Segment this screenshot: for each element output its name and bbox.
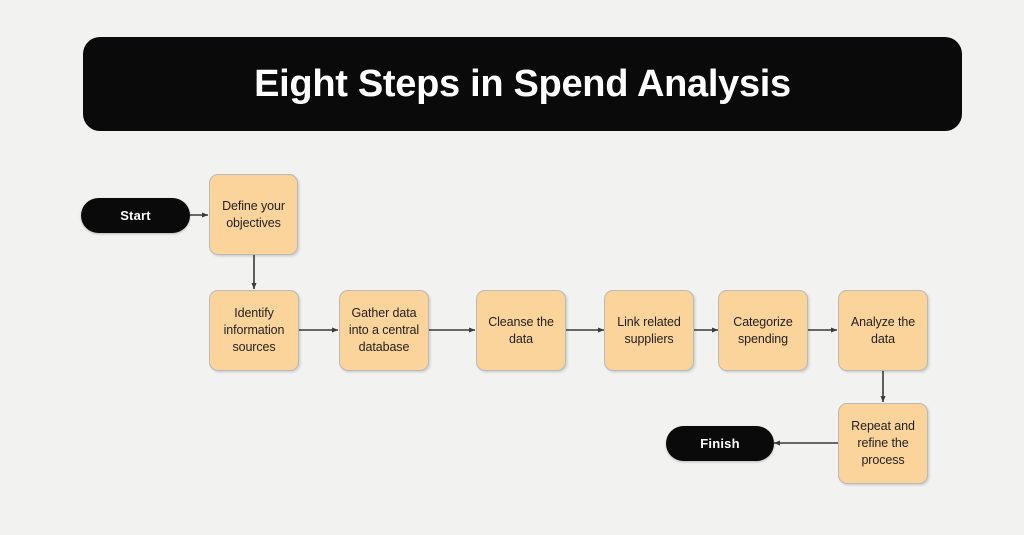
page-title: Eight Steps in Spend Analysis — [254, 62, 791, 105]
terminator-start[interactable]: Start — [81, 198, 190, 233]
step-label-repeat-refine: Repeat and refine the process — [851, 419, 915, 467]
step-label-identify-information-sources: Identify information sources — [223, 306, 285, 354]
step-node-identify-information-sources[interactable]: Identify information sources — [209, 290, 299, 371]
step-label-categorize-spending: Categorize spending — [733, 314, 793, 346]
step-label-link-suppliers: Link related suppliers — [617, 314, 681, 346]
step-node-gather-data[interactable]: Gather data into a central database — [339, 290, 429, 371]
page-title-banner: Eight Steps in Spend Analysis — [83, 37, 962, 131]
terminator-start-label: Start — [120, 208, 151, 223]
step-node-link-suppliers[interactable]: Link related suppliers — [604, 290, 694, 371]
step-node-cleanse-data[interactable]: Cleanse the data — [476, 290, 566, 371]
step-node-repeat-refine[interactable]: Repeat and refine the process — [838, 403, 928, 484]
step-label-define-objectives: Define your objectives — [222, 198, 285, 230]
step-label-gather-data: Gather data into a central database — [348, 306, 420, 354]
step-node-categorize-spending[interactable]: Categorize spending — [718, 290, 808, 371]
terminator-finish-label: Finish — [700, 436, 740, 451]
flowchart-canvas: Eight Steps in Spend Analysis Start Defi… — [0, 0, 1024, 535]
step-node-define-objectives[interactable]: Define your objectives — [209, 174, 298, 255]
step-label-cleanse-data: Cleanse the data — [488, 314, 554, 346]
terminator-finish[interactable]: Finish — [666, 426, 774, 461]
step-label-analyze-data: Analyze the data — [850, 314, 916, 346]
step-node-analyze-data[interactable]: Analyze the data — [838, 290, 928, 371]
